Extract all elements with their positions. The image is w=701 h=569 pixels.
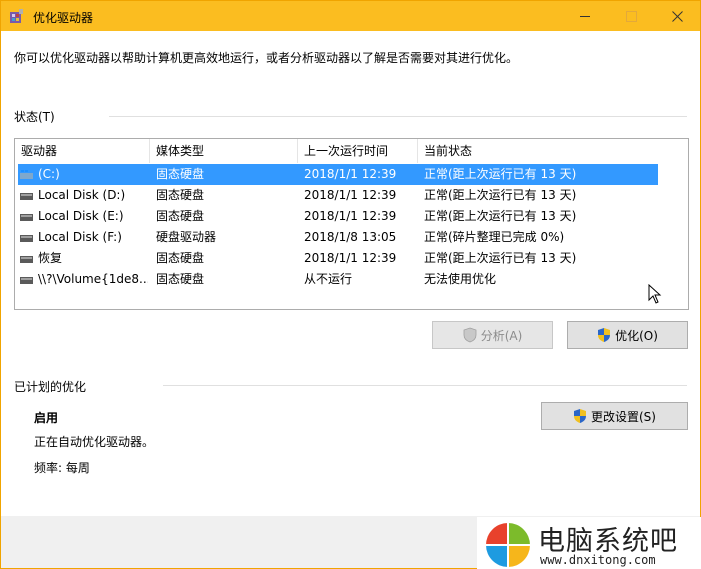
last-run-time: 2018/1/1 12:39 — [304, 209, 397, 223]
title-bar[interactable]: 优化驱动器 — [1, 1, 700, 31]
minimize-icon — [580, 15, 590, 17]
analyze-button[interactable]: 分析(A) — [432, 321, 553, 349]
last-run-time: 2018/1/1 12:39 — [304, 167, 397, 181]
column-header-status[interactable]: 当前状态 — [418, 139, 661, 163]
uac-shield-icon — [574, 409, 586, 423]
watermark: 电脑系统吧 www.dnxitong.com — [477, 517, 701, 569]
current-status: 正常(距上次运行已有 13 天) — [424, 188, 577, 202]
current-status: 正常(距上次运行已有 13 天) — [424, 209, 577, 223]
uac-shield-icon — [463, 327, 477, 343]
drive-row-c[interactable]: (C:) 固态硬盘 2018/1/1 12:39 正常(距上次运行已有 13 天… — [18, 164, 658, 185]
drive-name: Local Disk (D:) — [38, 188, 126, 202]
media-type: 固态硬盘 — [156, 167, 205, 181]
drive-name: Local Disk (E:) — [38, 209, 124, 223]
scheduled-section-label: 已计划的优化 — [14, 380, 87, 394]
optimize-button[interactable]: 优化(O) — [567, 321, 688, 349]
close-button[interactable] — [654, 1, 700, 31]
drive-row-d[interactable]: Local Disk (D:) 固态硬盘 2018/1/1 12:39 正常(距… — [18, 185, 658, 206]
windows-logo-icon — [486, 523, 530, 567]
defrag-app-icon — [10, 9, 23, 23]
media-type: 固态硬盘 — [156, 251, 205, 265]
drive-row-volume[interactable]: \\?\Volume{1de8... 固态硬盘 从不运行 无法使用优化 — [18, 269, 658, 290]
intro-text: 你可以优化驱动器以帮助计算机更高效地运行，或者分析驱动器以了解是否需要对其进行优… — [14, 51, 519, 65]
drive-icon — [20, 193, 33, 200]
mouse-cursor-icon — [648, 284, 662, 304]
maximize-button[interactable] — [608, 1, 654, 31]
column-header-last-run[interactable]: 上一次运行时间 — [298, 139, 418, 163]
drive-name: Local Disk (F:) — [38, 230, 122, 244]
drive-name: 恢复 — [38, 251, 63, 265]
drive-icon — [20, 214, 33, 221]
media-type: 固态硬盘 — [156, 272, 205, 286]
status-separator — [109, 116, 687, 117]
window-title: 优化驱动器 — [33, 11, 94, 25]
current-status: 正常(距上次运行已有 13 天) — [424, 251, 577, 265]
maximize-icon — [625, 10, 637, 22]
drive-icon — [20, 235, 33, 242]
last-run-time: 2018/1/1 12:39 — [304, 251, 397, 265]
current-status: 正常(碎片整理已完成 0%) — [424, 230, 565, 244]
watermark-url: www.dnxitong.com — [540, 553, 656, 567]
schedule-description: 正在自动优化驱动器。 — [34, 435, 155, 449]
drive-row-e[interactable]: Local Disk (E:) 固态硬盘 2018/1/1 12:39 正常(距… — [18, 206, 658, 227]
media-type: 硬盘驱动器 — [156, 230, 217, 244]
analyze-label: 分析(A) — [480, 328, 523, 343]
drive-name: (C:) — [38, 167, 60, 181]
drive-icon — [20, 256, 33, 263]
windows-drive-icon — [20, 170, 33, 179]
schedule-frequency: 频率: 每周 — [34, 461, 90, 475]
media-type: 固态硬盘 — [156, 188, 205, 202]
current-status: 正常(距上次运行已有 13 天) — [424, 167, 577, 181]
change-settings-label: 更改设置(S) — [591, 409, 656, 424]
schedule-state: 启用 — [34, 411, 59, 425]
window-content: 你可以优化驱动器以帮助计算机更高效地运行，或者分析驱动器以了解是否需要对其进行优… — [1, 31, 700, 516]
media-type: 固态硬盘 — [156, 209, 205, 223]
list-header: 驱动器 媒体类型 上一次运行时间 当前状态 — [15, 139, 688, 163]
status-section-label: 状态(T) — [14, 110, 55, 124]
drive-row-recovery[interactable]: 恢复 固态硬盘 2018/1/1 12:39 正常(距上次运行已有 13 天) — [18, 248, 658, 269]
current-status: 无法使用优化 — [424, 272, 497, 286]
drives-list[interactable]: 驱动器 媒体类型 上一次运行时间 当前状态 (C:) 固态硬盘 2018/1/1… — [14, 138, 689, 310]
column-header-drive[interactable]: 驱动器 — [15, 139, 150, 163]
minimize-button[interactable] — [562, 1, 608, 31]
optimize-label: 优化(O) — [615, 328, 658, 343]
drive-icon — [20, 277, 33, 284]
drive-name: \\?\Volume{1de8... — [38, 272, 148, 286]
last-run-time: 从不运行 — [304, 272, 353, 286]
drive-row-f[interactable]: Local Disk (F:) 硬盘驱动器 2018/1/8 13:05 正常(… — [18, 227, 658, 248]
optimize-drives-window: 优化驱动器 你可以优化驱动器以帮助计算机更高效地运行，或者分析驱动器以了解是否需… — [0, 0, 701, 569]
close-icon — [671, 10, 683, 22]
change-settings-button[interactable]: 更改设置(S) — [541, 402, 688, 430]
last-run-time: 2018/1/8 13:05 — [304, 230, 397, 244]
scheduled-separator — [163, 385, 687, 386]
uac-shield-icon — [598, 328, 611, 342]
column-header-media[interactable]: 媒体类型 — [150, 139, 298, 163]
last-run-time: 2018/1/1 12:39 — [304, 188, 397, 202]
